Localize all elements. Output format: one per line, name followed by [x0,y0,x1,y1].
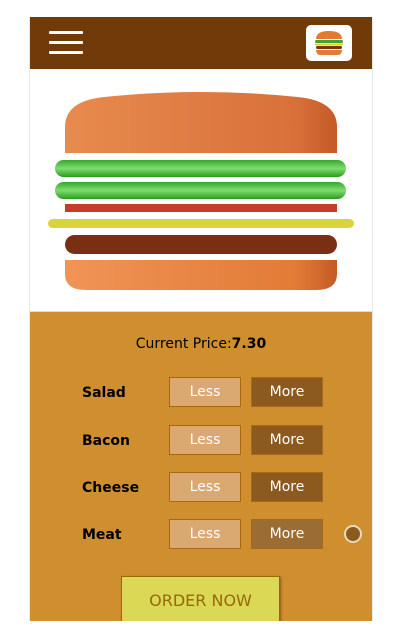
meat-more-button[interactable]: More [251,519,323,549]
ingredient-label: Cheese [82,480,140,496]
salad-layer [55,160,346,177]
ingredient-label: Salad [82,385,126,401]
toolbar [30,17,372,69]
price-value: 7.30 [231,336,267,352]
cursor-indicator-icon [344,525,362,543]
meat-less-button[interactable]: Less [169,519,241,549]
control-row-meat: Meat Less More [30,519,372,551]
ingredient-label: Bacon [82,433,131,449]
meat-layer [65,235,337,254]
ingredient-label: Meat [82,527,122,543]
hamburger-menu-icon[interactable] [49,29,83,57]
bread-top [65,92,337,153]
cheese-less-button[interactable]: Less [169,472,241,502]
salad-layer [55,182,346,199]
bacon-less-button[interactable]: Less [169,425,241,455]
bacon-more-button[interactable]: More [251,425,323,455]
order-now-button[interactable]: ORDER NOW [121,576,280,621]
control-row-salad: Salad Less More [30,377,372,409]
burger-preview [30,69,372,312]
cheese-layer [48,219,354,228]
price-label: Current Price: [135,336,232,352]
cheese-more-button[interactable]: More [251,472,323,502]
salad-more-button[interactable]: More [251,377,323,407]
salad-less-button[interactable]: Less [169,377,241,407]
control-row-cheese: Cheese Less More [30,472,372,504]
build-controls: Current Price:7.30 Salad Less More Bacon… [30,312,372,621]
bacon-layer [65,204,337,212]
burger-logo-icon[interactable] [306,25,352,61]
bread-bottom [65,260,337,290]
control-row-bacon: Bacon Less More [30,425,372,457]
app-frame: Current Price:7.30 Salad Less More Bacon… [29,17,373,621]
current-price: Current Price:7.30 [30,336,372,352]
